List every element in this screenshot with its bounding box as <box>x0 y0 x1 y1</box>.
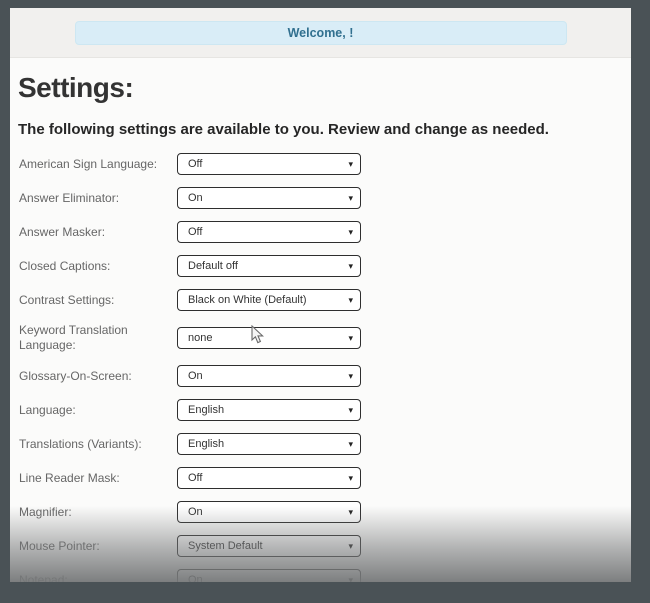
dropdown-arrow-icon: ▾ <box>348 262 353 271</box>
settings-list: American Sign Language: Off ▾ Answer Eli… <box>18 153 623 582</box>
setting-label: Line Reader Mask: <box>18 471 177 486</box>
select-value: On <box>188 574 348 582</box>
dropdown-arrow-icon: ▾ <box>348 296 353 305</box>
select-value: System Default <box>188 540 348 552</box>
browser-viewport: Welcome, ! Settings: The following setti… <box>10 8 631 582</box>
select-value: On <box>188 370 348 382</box>
setting-row: Answer Masker: Off ▾ <box>18 221 623 243</box>
select-glossary-on-screen[interactable]: On ▾ <box>177 365 361 387</box>
setting-label: Magnifier: <box>18 505 177 520</box>
dropdown-arrow-icon: ▾ <box>348 440 353 449</box>
select-magnifier[interactable]: On ▾ <box>177 501 361 523</box>
page-title: Settings: <box>18 72 623 104</box>
setting-label: American Sign Language: <box>18 157 177 172</box>
app-window: { "header": { "welcome_text": "Welcome, … <box>0 0 650 603</box>
setting-row: Contrast Settings: Black on White (Defau… <box>18 289 623 311</box>
setting-label: Notepad: <box>18 573 177 583</box>
page-header-strip: Welcome, ! <box>10 8 631 58</box>
welcome-text: Welcome, ! <box>288 26 354 40</box>
select-value: Black on White (Default) <box>188 294 348 306</box>
select-value: On <box>188 192 348 204</box>
dropdown-arrow-icon: ▾ <box>348 194 353 203</box>
select-value: English <box>188 438 348 450</box>
select-value: none <box>188 332 348 344</box>
select-value: Off <box>188 472 348 484</box>
dropdown-arrow-icon: ▾ <box>348 576 353 583</box>
setting-label: Translations (Variants): <box>18 437 177 452</box>
select-value: Default off <box>188 260 348 272</box>
dropdown-arrow-icon: ▾ <box>348 334 353 343</box>
welcome-banner: Welcome, ! <box>75 21 567 45</box>
select-keyword-translation-language[interactable]: none ▾ <box>177 327 361 349</box>
setting-label: Keyword Translation Language: <box>18 323 177 353</box>
setting-row: Mouse Pointer: System Default ▾ <box>18 535 623 557</box>
page-subtitle: The following settings are available to … <box>18 121 623 139</box>
setting-label: Closed Captions: <box>18 259 177 274</box>
setting-label: Glossary-On-Screen: <box>18 369 177 384</box>
select-american-sign-language[interactable]: Off ▾ <box>177 153 361 175</box>
setting-row: Language: English ▾ <box>18 399 623 421</box>
settings-page: Settings: The following settings are ava… <box>10 58 631 582</box>
setting-label: Answer Masker: <box>18 225 177 240</box>
select-mouse-pointer[interactable]: System Default ▾ <box>177 535 361 557</box>
setting-label: Contrast Settings: <box>18 293 177 308</box>
dropdown-arrow-icon: ▾ <box>348 406 353 415</box>
setting-label: Mouse Pointer: <box>18 539 177 554</box>
setting-label: Language: <box>18 403 177 418</box>
select-value: On <box>188 506 348 518</box>
dropdown-arrow-icon: ▾ <box>348 372 353 381</box>
dropdown-arrow-icon: ▾ <box>348 508 353 517</box>
dropdown-arrow-icon: ▾ <box>348 542 353 551</box>
select-value: English <box>188 404 348 416</box>
setting-row: American Sign Language: Off ▾ <box>18 153 623 175</box>
select-notepad[interactable]: On ▾ <box>177 569 361 582</box>
select-closed-captions[interactable]: Default off ▾ <box>177 255 361 277</box>
setting-row: Translations (Variants): English ▾ <box>18 433 623 455</box>
setting-row: Notepad: On ▾ <box>18 569 623 582</box>
select-value: Off <box>188 226 348 238</box>
select-translations-variants[interactable]: English ▾ <box>177 433 361 455</box>
setting-row: Closed Captions: Default off ▾ <box>18 255 623 277</box>
select-answer-masker[interactable]: Off ▾ <box>177 221 361 243</box>
setting-label: Answer Eliminator: <box>18 191 177 206</box>
setting-row: Glossary-On-Screen: On ▾ <box>18 365 623 387</box>
setting-row: Answer Eliminator: On ▾ <box>18 187 623 209</box>
setting-row: Magnifier: On ▾ <box>18 501 623 523</box>
select-contrast-settings[interactable]: Black on White (Default) ▾ <box>177 289 361 311</box>
setting-row: Line Reader Mask: Off ▾ <box>18 467 623 489</box>
select-value: Off <box>188 158 348 170</box>
select-line-reader-mask[interactable]: Off ▾ <box>177 467 361 489</box>
select-answer-eliminator[interactable]: On ▾ <box>177 187 361 209</box>
setting-row: Keyword Translation Language: none ▾ <box>18 323 623 353</box>
dropdown-arrow-icon: ▾ <box>348 474 353 483</box>
select-language[interactable]: English ▾ <box>177 399 361 421</box>
dropdown-arrow-icon: ▾ <box>348 228 353 237</box>
dropdown-arrow-icon: ▾ <box>348 160 353 169</box>
